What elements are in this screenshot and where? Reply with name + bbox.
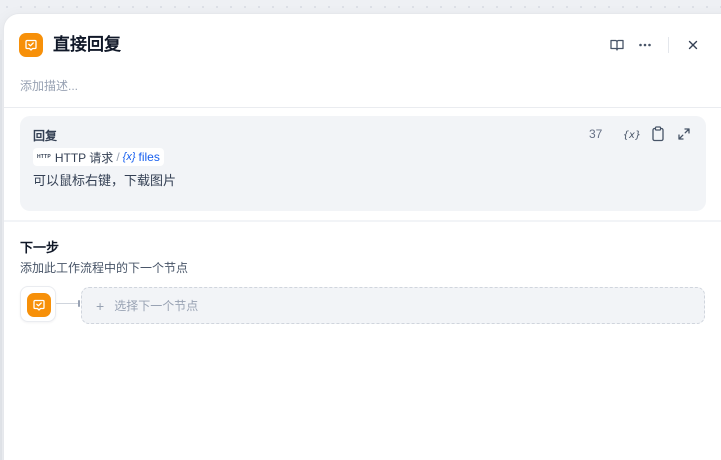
insert-variable-button[interactable]: {x} — [623, 125, 641, 143]
node-config-panel: 直接回复 添加描述... 回复 37 {x} HTTP HTTP 请求 / {x… — [3, 13, 721, 460]
reply-label: 回复 — [33, 129, 58, 143]
next-step-description: 添加此工作流程中的下一个节点 — [20, 261, 189, 275]
section-divider — [4, 107, 721, 108]
node-connector — [56, 303, 80, 304]
panel-header: 直接回复 — [4, 14, 721, 74]
header-separator — [668, 37, 669, 53]
variable-type-icon: {x} — [122, 151, 136, 163]
help-doc-button[interactable] — [607, 35, 627, 55]
more-icon — [639, 43, 651, 47]
variable-name: files — [138, 150, 160, 164]
clipboard-icon — [652, 126, 664, 142]
close-icon — [688, 40, 698, 50]
reply-icon — [25, 39, 37, 51]
plus-icon: + — [96, 297, 105, 314]
reply-icon — [33, 299, 45, 311]
expand-icon — [678, 128, 690, 140]
node-title[interactable]: 直接回复 — [53, 34, 121, 56]
node-description-input[interactable]: 添加描述... — [20, 77, 78, 94]
more-options-button[interactable] — [635, 35, 655, 55]
current-node-tile — [20, 286, 56, 322]
expand-button[interactable] — [675, 125, 693, 143]
variable-separator: / — [116, 150, 120, 164]
variable-chip[interactable]: HTTP HTTP 请求 / {x} files — [33, 148, 164, 166]
select-next-node-button[interactable]: + 选择下一个节点 — [81, 287, 705, 324]
reply-editor[interactable]: 回复 37 {x} HTTP HTTP 请求 / {x} files 可以鼠标右… — [20, 116, 706, 211]
http-node-icon: HTTP — [37, 154, 51, 160]
reply-text[interactable]: 可以鼠标右键，下载图片 — [33, 170, 176, 189]
copy-button[interactable] — [649, 125, 667, 143]
variable-icon: {x} — [623, 130, 641, 141]
reply-node-icon — [27, 293, 51, 317]
next-step-title: 下一步 — [20, 240, 60, 255]
close-panel-button[interactable] — [683, 35, 703, 55]
connector-handle — [78, 300, 80, 307]
book-icon — [610, 39, 624, 51]
svg-text:{x}: {x} — [623, 130, 641, 141]
select-next-node-label: 选择下一个节点 — [114, 299, 199, 313]
reply-node-icon — [19, 33, 43, 57]
char-count: 37 — [589, 127, 603, 141]
section-divider — [4, 220, 721, 222]
variable-source-node: HTTP 请求 — [54, 150, 114, 165]
canvas-edge — [0, 40, 2, 460]
